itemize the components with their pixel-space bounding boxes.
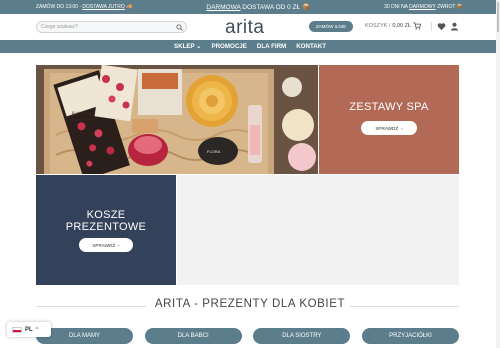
site-header: Czego szukasz? arita ZAMÓW ILNIE KOSZYK … <box>0 14 500 40</box>
gift-baskets-tile[interactable]: KOSZE PREZENTOWE SPRAWDŹ › <box>36 175 176 285</box>
hero-gift-box-image[interactable]: Kalorenati Rose Chocolate FLORA <box>36 65 318 174</box>
site-logo[interactable]: arita <box>225 17 264 39</box>
announcement-bar: ZAMÓW DO 13:00 - DOSTAWA JUTRO 🚚 DARMOWA… <box>0 0 500 14</box>
jar-label: FLORA <box>207 149 221 154</box>
arrow-right-icon: › <box>401 125 403 131</box>
box-icon: 📦 <box>456 4 463 10</box>
truck-icon: 🚚 <box>126 4 133 10</box>
gift-baskets-button[interactable]: SPRAWDŹ › <box>79 238 133 252</box>
chocolate-sublabel: Rose Chocolate <box>72 117 97 122</box>
user-icon[interactable] <box>450 22 459 31</box>
cart-total: 0,00 ZŁ <box>392 23 412 29</box>
section-divider-right <box>350 306 459 307</box>
scrollbar-thumb[interactable] <box>497 2 499 32</box>
package-icon: 📦 <box>302 4 311 11</box>
nav-item-dla-firm[interactable]: DLA FIRM <box>252 40 291 53</box>
search-input[interactable]: Czego szukasz? <box>36 21 187 33</box>
cart-link[interactable]: KOSZYK / 0,00 ZŁ <box>365 22 422 30</box>
arrow-right-icon: › <box>118 242 120 248</box>
category-button-siostra[interactable]: DLA SIOSTRY <box>253 328 351 344</box>
free-shipping-link[interactable]: DARMOWA <box>206 4 240 11</box>
category-button-babcia[interactable]: DLA BABCI <box>144 328 242 344</box>
page-scrollbar[interactable] <box>496 0 500 348</box>
chevron-down-icon: ⌄ <box>196 43 202 50</box>
announcement-delivery: ZAMÓW DO 13:00 - DOSTAWA JUTRO 🚚 <box>36 4 133 10</box>
category-button-przyjaciolka[interactable]: PRZYJACIÓŁKI <box>361 328 459 344</box>
free-returns-link[interactable]: DARMOWY <box>409 4 436 10</box>
spa-sets-title: ZESTAWY SPA <box>349 101 429 113</box>
header-divider <box>431 22 432 31</box>
section-title: ARITA - PREZENTY DLA KOBIET <box>154 298 346 310</box>
spa-sets-button[interactable]: SPRAWDŹ › <box>361 121 417 135</box>
gift-baskets-title-line2: PREZENTOWE <box>65 221 147 233</box>
announcement-free-shipping: DARMOWA DOSTAWA OD 0 ZŁ 📦 <box>206 4 311 11</box>
placeholder-tile <box>177 175 459 285</box>
cart-label: KOSZYK / <box>365 23 391 29</box>
poland-flag-icon <box>12 326 22 333</box>
announcement-returns: 30 DNI NA DARMOWY ZWROT 📦 <box>384 4 463 10</box>
spa-sets-tile[interactable]: ZESTAWY SPA SPRAWDŹ › <box>319 65 459 174</box>
heart-icon[interactable] <box>437 22 446 31</box>
nav-item-sklep[interactable]: SKLEP ⌄ <box>169 40 206 53</box>
category-buttons: DLA MAMY DLA BABCI DLA SIOSTRY PRZYJACIÓ… <box>36 328 459 344</box>
delivery-tomorrow-link[interactable]: DOSTAWA JUTRO <box>82 4 124 10</box>
nav-item-promocje[interactable]: PROMOCJE <box>206 40 251 53</box>
nav-item-kontakt[interactable]: KONTAKT <box>291 40 331 53</box>
language-code: PL <box>25 326 33 333</box>
gift-box-illustration: Kalorenati Rose Chocolate FLORA <box>36 65 318 174</box>
language-switcher[interactable]: PL ^ <box>7 322 51 337</box>
search-placeholder: Czego szukasz? <box>41 24 78 30</box>
search-icon[interactable] <box>176 24 183 31</box>
main-navigation: SKLEP ⌄ PROMOCJE DLA FIRM KONTAKT <box>0 40 500 53</box>
cart-icon <box>413 22 422 30</box>
chevron-up-icon: ^ <box>35 326 39 333</box>
order-button[interactable]: ZAMÓW ILNIE <box>309 21 353 32</box>
gift-baskets-title-line1: KOSZE <box>86 209 126 221</box>
